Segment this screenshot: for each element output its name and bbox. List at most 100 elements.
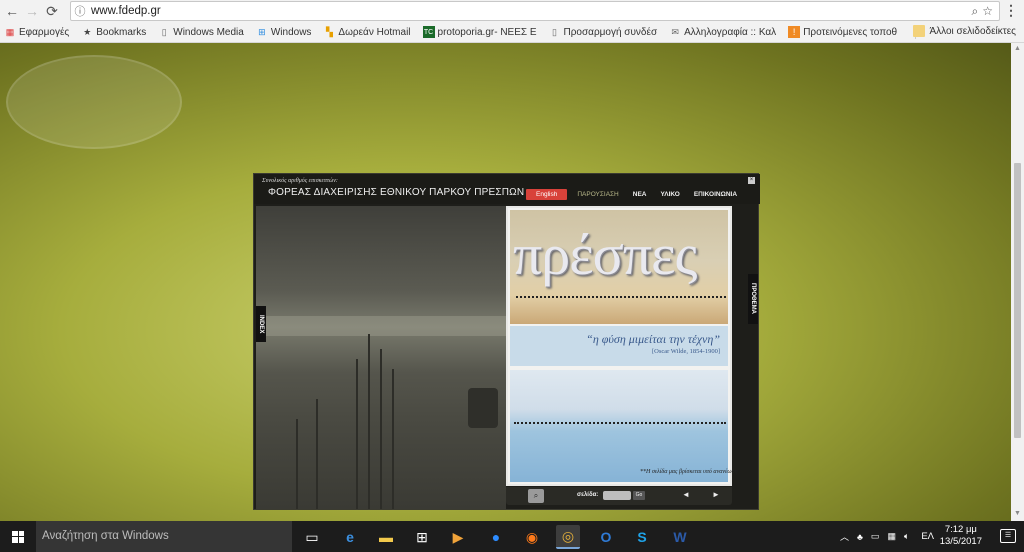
folder-icon	[913, 25, 926, 37]
windows-taskbar: Αναζήτηση στα Windows ▭ e ▬ ⊞ ▶ ● ◉ ◎ O …	[0, 521, 1024, 552]
forward-icon[interactable]: →	[22, 1, 42, 21]
clock-time: 7:12 μμ	[944, 524, 977, 535]
media-icon[interactable]: ▶	[446, 525, 470, 549]
bookmark-label: Δωρεάν Hotmail	[338, 26, 411, 38]
nav-english-button[interactable]: English	[526, 189, 568, 200]
bookmark-mail[interactable]: ✉ Αλληλογραφία :: Καλ	[669, 26, 776, 38]
reed	[368, 334, 370, 509]
bookmark-label: Προτεινόμενες τοποθ	[803, 26, 898, 38]
magazine-controls: ⌕ σελίδα: Go ◄ ►	[506, 487, 732, 505]
volume-icon[interactable]: 🔈︎	[904, 531, 909, 542]
people-icon[interactable]: ♣	[857, 532, 863, 542]
nav-contact[interactable]: ΕΠΙΚΟΙΝΩΝΙΑ	[694, 191, 737, 198]
page-scrollbar[interactable]: ▲ ▼	[1011, 43, 1024, 521]
update-note: **Η σελίδα μας βρίσκεται υπό ανανέωση	[640, 469, 738, 475]
lake-photo-page: INDEX	[256, 206, 506, 509]
task-view-icon[interactable]: ▭	[300, 525, 324, 549]
browser-menu-icon[interactable]: ⋮	[1004, 2, 1018, 20]
cover-quote-cite: [Oscar Wilde, 1854-1900]	[651, 348, 720, 355]
nav-news[interactable]: ΝΕΑ	[633, 191, 647, 198]
magazine-header: Συνολικός αριθμός επισκεπτών: ΦΟΡΕΑΣ ΔΙΑ…	[254, 174, 760, 204]
reload-icon[interactable]: ⟳	[42, 1, 62, 21]
notifications-icon[interactable]: ☰	[1000, 529, 1016, 543]
windows-icon: ⊞	[258, 26, 266, 37]
reed	[392, 369, 394, 509]
star-icon: ★	[83, 26, 92, 37]
url-field[interactable]: ⓘ www.fdedp.gr ⌕ ☆	[70, 1, 1000, 21]
outlook-icon[interactable]: O	[594, 525, 618, 549]
reed	[380, 349, 382, 509]
file-explorer-icon[interactable]: ▬	[374, 525, 398, 549]
bookmark-windows[interactable]: ⊞ Windows	[256, 26, 311, 38]
cover-quote-band: “η φύση μιμείται την τέχνη” [Oscar Wilde…	[510, 326, 728, 366]
protoporia-icon: TC	[422, 26, 435, 38]
language-indicator[interactable]: ΕΛ	[921, 531, 934, 542]
close-icon[interactable]: ×	[748, 177, 755, 184]
battery-icon[interactable]: ▭	[871, 531, 880, 542]
bookmark-protoporia[interactable]: TC protoporia.gr- ΝΕΕΣ Ε	[422, 26, 537, 38]
apps-grid-icon: ▦	[5, 26, 15, 37]
skype-icon[interactable]: S	[630, 525, 654, 549]
clock-date: 13/5/2017	[939, 536, 982, 547]
reed	[356, 359, 358, 509]
bookmark-apps[interactable]: ▦ Εφαρμογές	[4, 26, 70, 38]
page-go-button[interactable]: Go	[633, 491, 645, 500]
bookmark-label: protoporia.gr- ΝΕΕΣ Ε	[437, 26, 537, 38]
bookmark-customize[interactable]: ▯ Προσαρμογή συνδέσ	[549, 26, 658, 38]
windows-logo-icon	[12, 530, 24, 543]
scroll-up-icon[interactable]: ▲	[1013, 45, 1022, 54]
lake-horizon	[256, 316, 506, 336]
cover-title: πρέσπες	[513, 222, 697, 287]
network-icon[interactable]: ▦	[887, 531, 896, 542]
page-viewport: Συνολικός αριθμός επισκεπτών: ΦΟΡΕΑΣ ΔΙΑ…	[0, 43, 1011, 521]
info-icon[interactable]: ⓘ	[71, 2, 89, 20]
birds-row	[516, 296, 726, 299]
bookmark-suggested[interactable]: ! Προτεινόμενες τοποθ	[788, 26, 897, 38]
zoom-app-icon[interactable]: ●	[484, 525, 508, 549]
birds-row	[514, 422, 726, 425]
clock[interactable]: 7:12 μμ 13/5/2017	[940, 524, 982, 548]
bookmark-label: Προσαρμογή συνδέσ	[563, 26, 658, 38]
page-label: σελίδα:	[577, 492, 599, 498]
magazine-nav: English ΠΑΡΟΥΣΙΑΣΗ ΝΕΑ ΥΛΙΚΟ ΕΠΙΚΟΙΝΩΝΙΑ	[526, 189, 751, 200]
firefox-icon[interactable]: ◉	[520, 525, 544, 549]
park-logo-watermark	[6, 55, 182, 149]
visitor-count-label: Συνολικός αριθμός επισκεπτών:	[262, 178, 338, 184]
tray-expand-icon[interactable]: ︿	[840, 530, 849, 543]
prev-page-icon[interactable]: ◄	[682, 490, 690, 499]
bookmark-windows-media[interactable]: ▯ Windows Media	[158, 26, 244, 38]
taskbar-search[interactable]: Αναζήτηση στα Windows	[36, 521, 292, 552]
other-bookmarks-label: Άλλοι σελιδοδείκτες	[929, 25, 1016, 37]
url-text[interactable]: www.fdedp.gr	[89, 5, 972, 17]
address-bar: ← → ⟳ ⓘ www.fdedp.gr ⌕ ☆ ⋮	[0, 0, 1024, 22]
index-tab[interactable]: INDEX	[256, 306, 266, 342]
cover-page[interactable]: πρέσπες “η φύση μιμείται την τέχνη” [Osc…	[506, 206, 732, 486]
nav-presentation[interactable]: ΠΑΡΟΥΣΙΑΣΗ	[577, 191, 618, 198]
magnifier-icon[interactable]: ⌕	[528, 489, 544, 503]
nav-material[interactable]: ΥΛΙΚΟ	[660, 191, 679, 198]
reed	[316, 399, 318, 509]
cover-top-image: πρέσπες	[510, 210, 728, 324]
prothema-tab[interactable]: ΠΡΟΘΕΜΑ	[748, 274, 758, 324]
scroll-thumb[interactable]	[1014, 163, 1021, 438]
edge-icon[interactable]: e	[338, 525, 362, 549]
bookmark-bookmarks[interactable]: ★ Bookmarks	[81, 26, 146, 38]
cover-bottom-image	[510, 370, 728, 482]
back-icon[interactable]: ←	[2, 1, 22, 21]
page-icon: ▯	[552, 26, 557, 37]
page-icon: ▯	[161, 26, 167, 37]
bookmark-star-icon[interactable]: ☆	[982, 4, 993, 19]
bin-post	[468, 388, 498, 428]
magazine-frame: Συνολικός αριθμός επισκεπτών: ΦΟΡΕΑΣ ΔΙΑ…	[253, 173, 760, 510]
bookmark-hotmail[interactable]: ▚ Δωρεάν Hotmail	[323, 26, 411, 38]
chrome-icon[interactable]: ◎	[556, 525, 580, 549]
zoom-search-icon[interactable]: ⌕	[972, 4, 979, 19]
start-button[interactable]	[0, 521, 36, 552]
site-title: ΦΟΡΕΑΣ ΔΙΑΧΕΙΡΙΣΗΣ ΕΘΝΙΚΟΥ ΠΑΡΚΟΥ ΠΡΕΣΠΩ…	[268, 187, 525, 198]
word-icon[interactable]: W	[668, 525, 692, 549]
other-bookmarks[interactable]: Άλλοι σελιδοδείκτες	[913, 25, 1016, 37]
page-number-input[interactable]	[603, 491, 631, 500]
scroll-down-icon[interactable]: ▼	[1013, 510, 1022, 519]
store-icon[interactable]: ⊞	[410, 525, 434, 549]
next-page-icon[interactable]: ►	[712, 490, 720, 499]
